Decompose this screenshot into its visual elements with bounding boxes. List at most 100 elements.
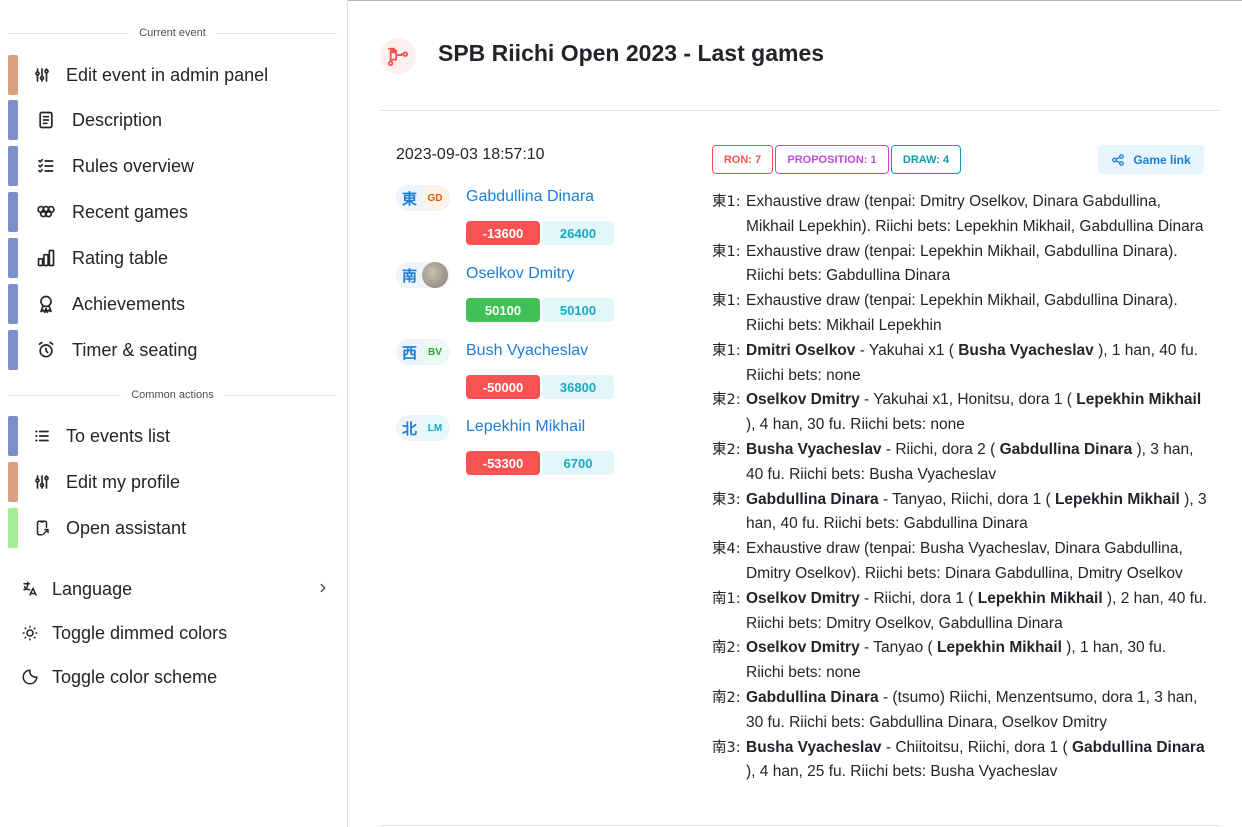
- player-row: 東 GD Gabdullina Dinara -13600 26400: [396, 185, 696, 257]
- round-label: 南3:: [712, 739, 741, 756]
- round-label: 東2:: [712, 441, 741, 458]
- sidebar-item-label: Achievements: [72, 293, 186, 314]
- round-entry: 東2: Busha Vyacheslav - Riichi, dora 2 ( G…: [712, 438, 1207, 488]
- current-event-label: Current event: [139, 27, 206, 39]
- round-entry: 東4: Exhaustive draw (tenpai: Busha Vyache…: [712, 537, 1207, 587]
- round-player-name: Gabdullina Dinara: [746, 490, 879, 508]
- round-detail: - Yakuhai x1, Honitsu, dora 1 (: [859, 391, 1077, 409]
- sidebar-item-description[interactable]: Description: [8, 100, 337, 140]
- round-detail: - Riichi, dora 1 (: [859, 589, 978, 607]
- round-entry: 南2: Gabdullina Dinara - (tsumo) Riichi, M…: [712, 686, 1207, 736]
- round-entry: 東1: Exhaustive draw (tenpai: Lepekhin Mik…: [712, 289, 1207, 339]
- round-label: 東1:: [712, 293, 741, 310]
- page-title: SPB Riichi Open 2023 - Last games: [438, 40, 825, 66]
- player-name-link[interactable]: Gabdullina Dinara: [466, 188, 594, 206]
- round-text: Busha Vyacheslav - Chiitoitsu, Riichi, d…: [746, 736, 1207, 786]
- sidebar-item-label: To events list: [66, 425, 171, 446]
- round-player-name: Dmitri Oselkov: [746, 341, 856, 359]
- device-mobile-share-icon: [30, 516, 54, 540]
- round-player-name: Lepekhin Mikhail: [977, 589, 1103, 607]
- round-text: Exhaustive draw (tenpai: Lepekhin Mikhai…: [746, 289, 1207, 339]
- round-text: Gabdullina Dinara - Tanyao, Riichi, dora…: [746, 488, 1207, 538]
- sidebar-item-label: Rating table: [72, 247, 169, 268]
- alarm-icon: [34, 338, 58, 362]
- player-name-link[interactable]: Oselkov Dmitry: [466, 265, 574, 283]
- avatar: GD: [422, 186, 448, 210]
- round-entry: 東2: Oselkov Dmitry - Yakuhai x1, Honitsu,…: [712, 388, 1207, 438]
- common-actions-divider: Common actions: [8, 388, 338, 402]
- score-delta: -50000: [466, 375, 540, 399]
- final-score: 50100: [542, 298, 614, 322]
- toggle-dimmed-label: Toggle dimmed colors: [52, 622, 228, 643]
- round-label: 東4:: [712, 541, 741, 558]
- list-icon: [30, 424, 54, 448]
- round-entry: 南3: Busha Vyacheslav - Chiitoitsu, Riichi…: [712, 736, 1207, 786]
- round-detail: ), 4 han, 30 fu. Riichi bets: none: [746, 416, 965, 434]
- sidebar-item-label: Recent games: [72, 201, 189, 222]
- round-player-name: Busha Vyacheslav: [746, 440, 882, 458]
- language-icon: [18, 577, 42, 601]
- sidebar-item-edit-profile[interactable]: Edit my profile: [8, 462, 337, 502]
- round-detail: Exhaustive draw (tenpai: Lepekhin Mikhai…: [746, 292, 1178, 334]
- sidebar-item-timer[interactable]: Timer & seating: [8, 330, 337, 370]
- footer-divider: [380, 825, 1220, 826]
- game-link-label: Game link: [1133, 152, 1191, 167]
- game-date: 2023-09-03 18:57:10: [396, 146, 545, 163]
- round-player-name: Lepekhin Mikhail: [1054, 490, 1180, 508]
- round-text: Exhaustive draw (tenpai: Busha Vyachesla…: [746, 537, 1207, 587]
- round-detail: Exhaustive draw (tenpai: Dmitry Oselkov,…: [746, 193, 1204, 235]
- toggle-color-scheme[interactable]: Toggle color scheme: [18, 661, 330, 693]
- language-menu[interactable]: Language: [18, 573, 330, 605]
- sidebar-item-rating[interactable]: Rating table: [8, 238, 337, 278]
- round-detail: Exhaustive draw (tenpai: Busha Vyachesla…: [746, 540, 1183, 582]
- round-player-name: Oselkov Dmitry: [746, 589, 860, 607]
- round-player-name: Busha Vyacheslav: [746, 738, 882, 756]
- toggle-dimmed-colors[interactable]: Toggle dimmed colors: [18, 617, 330, 649]
- round-detail: - Yakuhai x1 (: [855, 341, 959, 359]
- sidebar-item-edit-event[interactable]: Edit event in admin panel: [8, 55, 337, 95]
- avatar: LM: [422, 416, 448, 440]
- sidebar-item-label: Timer & seating: [72, 339, 198, 360]
- sidebar-item-recent-games[interactable]: Recent games: [8, 192, 337, 232]
- game-link-button[interactable]: Game link: [1098, 145, 1204, 174]
- round-player-name: Gabdullina Dinara: [1071, 738, 1205, 756]
- language-label: Language: [52, 578, 133, 599]
- sidebar-item-label: Edit event in admin panel: [66, 64, 269, 85]
- final-score: 26400: [542, 221, 614, 245]
- sidebar-item-achievements[interactable]: Achievements: [8, 284, 337, 324]
- sliders-icon: [30, 470, 54, 494]
- award-icon: [34, 292, 58, 316]
- round-text: Exhaustive draw (tenpai: Dmitry Oselkov,…: [746, 190, 1207, 240]
- player-name-link[interactable]: Bush Vyacheslav: [466, 342, 588, 360]
- round-entry: 東1: Dmitri Oselkov - Yakuhai x1 ( Busha V…: [712, 339, 1207, 389]
- round-detail: - Riichi, dora 2 (: [881, 440, 1000, 458]
- round-text: Oselkov Dmitry - Yakuhai x1, Honitsu, do…: [746, 388, 1207, 438]
- current-event-divider: Current event: [8, 26, 337, 40]
- common-actions-label: Common actions: [131, 389, 214, 401]
- round-detail: ), 4 han, 25 fu. Riichi bets: Busha Vyac…: [746, 763, 1058, 781]
- round-detail: Exhaustive draw (tenpai: Lepekhin Mikhai…: [746, 242, 1178, 285]
- round-detail: - Tanyao, Riichi, dora 1 (: [878, 490, 1055, 508]
- round-entry: 東1: Exhaustive draw (tenpai: Lepekhin Mik…: [712, 240, 1207, 290]
- rounds-log: 東1: Exhaustive draw (tenpai: Dmitry Oselk…: [712, 190, 1207, 785]
- avatar: BV: [422, 340, 448, 364]
- sidebar-item-label: Open assistant: [66, 517, 187, 538]
- player-name-link[interactable]: Lepekhin Mikhail: [466, 418, 585, 436]
- player-row: 北 LM Lepekhin Mikhail -53300 6700: [396, 415, 696, 487]
- checklist-icon: [34, 154, 58, 178]
- sidebar-item-label: Rules overview: [72, 155, 195, 176]
- sidebar-item-open-assistant[interactable]: Open assistant: [8, 508, 337, 548]
- tournament-bracket-icon: [380, 38, 416, 74]
- round-entry: 南1: Oselkov Dmitry - Riichi, dora 1 ( Lep…: [712, 587, 1207, 637]
- score-delta: 50100: [466, 298, 540, 322]
- final-score: 36800: [542, 375, 614, 399]
- sidebar-item-events-list[interactable]: To events list: [8, 416, 337, 456]
- wind-label: 東: [402, 190, 418, 208]
- sun-icon: [18, 621, 42, 645]
- sidebar-item-rules[interactable]: Rules overview: [8, 146, 337, 186]
- wind-label: 北: [402, 420, 418, 438]
- round-label: 南2:: [712, 689, 741, 706]
- olympic-rings-icon: [34, 200, 58, 224]
- score-delta: -53300: [466, 451, 540, 475]
- wind-label: 西: [402, 344, 418, 362]
